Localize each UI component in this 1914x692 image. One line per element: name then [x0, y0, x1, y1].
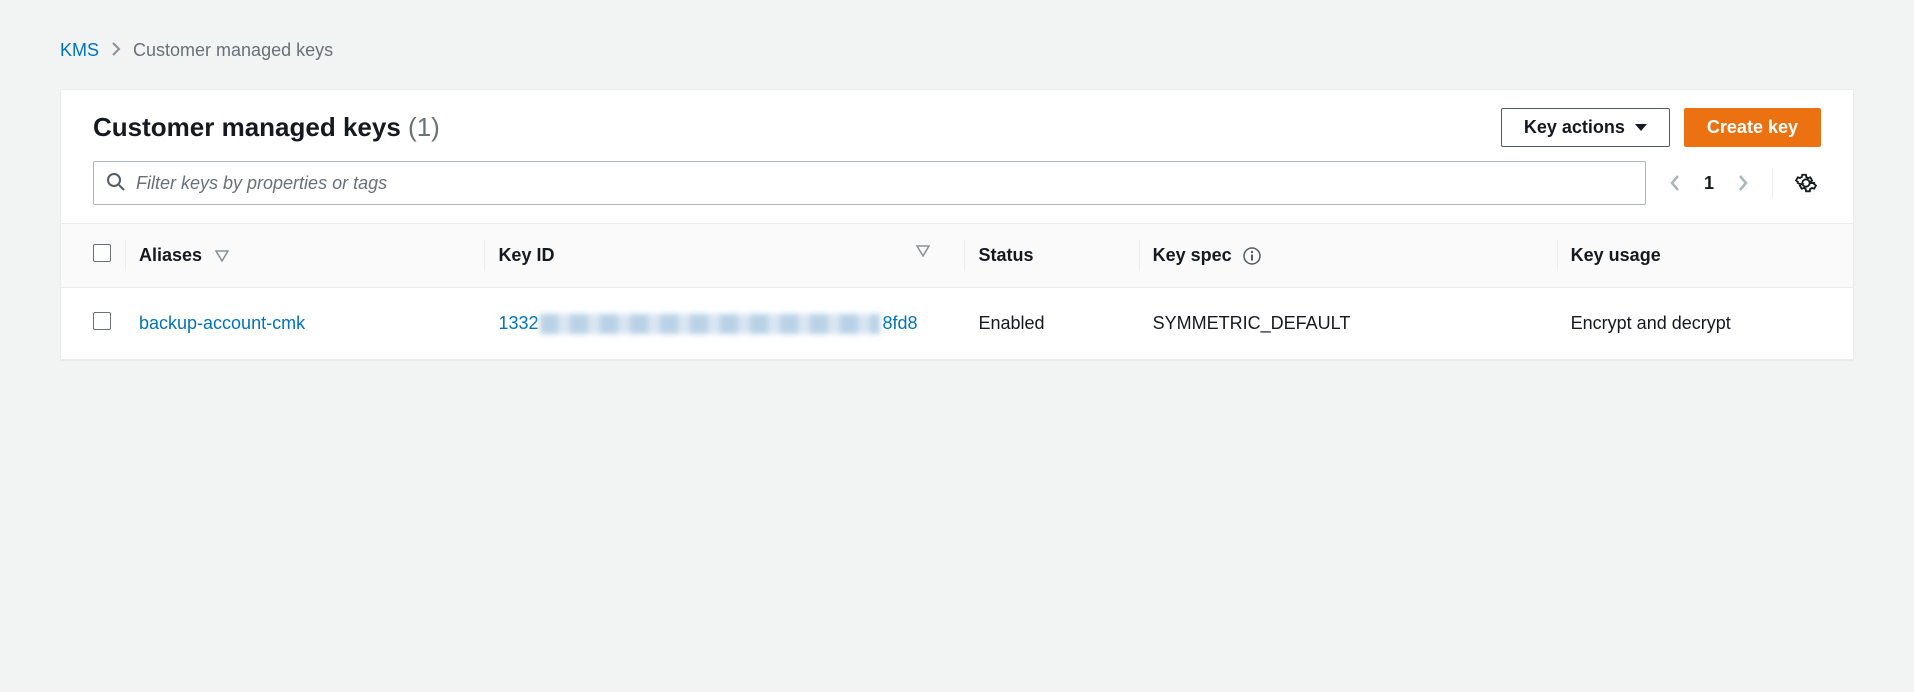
- breadcrumb: KMS Customer managed keys: [60, 40, 1854, 61]
- column-aliases-label: Aliases: [139, 245, 202, 265]
- gear-icon: [1795, 172, 1817, 194]
- column-key-id[interactable]: Key ID: [484, 224, 964, 288]
- select-all-checkbox[interactable]: [93, 244, 111, 262]
- key-actions-label: Key actions: [1524, 117, 1625, 138]
- breadcrumb-root-link[interactable]: KMS: [60, 40, 99, 61]
- breadcrumb-current: Customer managed keys: [133, 40, 333, 61]
- column-aliases[interactable]: Aliases: [125, 224, 484, 288]
- column-key-spec-label: Key spec: [1153, 245, 1232, 265]
- caret-down-icon: [1635, 124, 1647, 131]
- keys-panel: Customer managed keys (1) Key actions Cr…: [60, 89, 1854, 360]
- key-id-suffix: 8fd8: [882, 313, 917, 334]
- chevron-right-icon: [111, 40, 121, 61]
- row-checkbox[interactable]: [93, 312, 111, 330]
- panel-actions: Key actions Create key: [1501, 108, 1821, 147]
- settings-button[interactable]: [1791, 168, 1821, 198]
- prev-page-button[interactable]: [1664, 169, 1686, 197]
- column-select-all: [61, 224, 125, 288]
- next-page-button[interactable]: [1732, 169, 1754, 197]
- column-key-id-label: Key ID: [498, 245, 554, 265]
- key-usage-cell: Encrypt and decrypt: [1557, 288, 1853, 360]
- key-id-prefix: 1332: [498, 313, 538, 334]
- info-icon[interactable]: [1243, 247, 1261, 265]
- panel-title-count: (1): [408, 112, 440, 142]
- key-id-redacted: [540, 314, 880, 334]
- panel-header: Customer managed keys (1) Key actions Cr…: [61, 90, 1853, 161]
- column-key-spec[interactable]: Key spec: [1139, 224, 1557, 288]
- key-id-link[interactable]: 1332 8fd8: [498, 313, 950, 334]
- status-cell: Enabled: [964, 288, 1138, 360]
- column-key-usage[interactable]: Key usage: [1557, 224, 1853, 288]
- divider: [1772, 168, 1773, 198]
- search-icon: [106, 172, 126, 195]
- sort-icon: [215, 250, 229, 262]
- filter-row: 1: [61, 161, 1853, 223]
- table-row: backup-account-cmk 1332 8fd8 Enabled SYM…: [61, 288, 1853, 360]
- key-spec-cell: SYMMETRIC_DEFAULT: [1139, 288, 1557, 360]
- alias-link[interactable]: backup-account-cmk: [139, 313, 305, 333]
- page-number: 1: [1700, 173, 1718, 194]
- chevron-right-icon: [1736, 173, 1750, 193]
- panel-title-text: Customer managed keys: [93, 112, 401, 142]
- key-actions-button[interactable]: Key actions: [1501, 108, 1670, 147]
- column-key-usage-label: Key usage: [1571, 245, 1661, 265]
- chevron-left-icon: [1668, 173, 1682, 193]
- filter-input[interactable]: [136, 173, 1633, 194]
- create-key-button[interactable]: Create key: [1684, 108, 1821, 147]
- filter-input-wrap[interactable]: [93, 161, 1646, 205]
- column-status-label: Status: [978, 245, 1033, 265]
- keys-table: Aliases Key ID Status: [61, 223, 1853, 359]
- sort-icon: [916, 245, 930, 257]
- pagination: 1: [1664, 169, 1754, 197]
- panel-title: Customer managed keys (1): [93, 112, 440, 143]
- column-status[interactable]: Status: [964, 224, 1138, 288]
